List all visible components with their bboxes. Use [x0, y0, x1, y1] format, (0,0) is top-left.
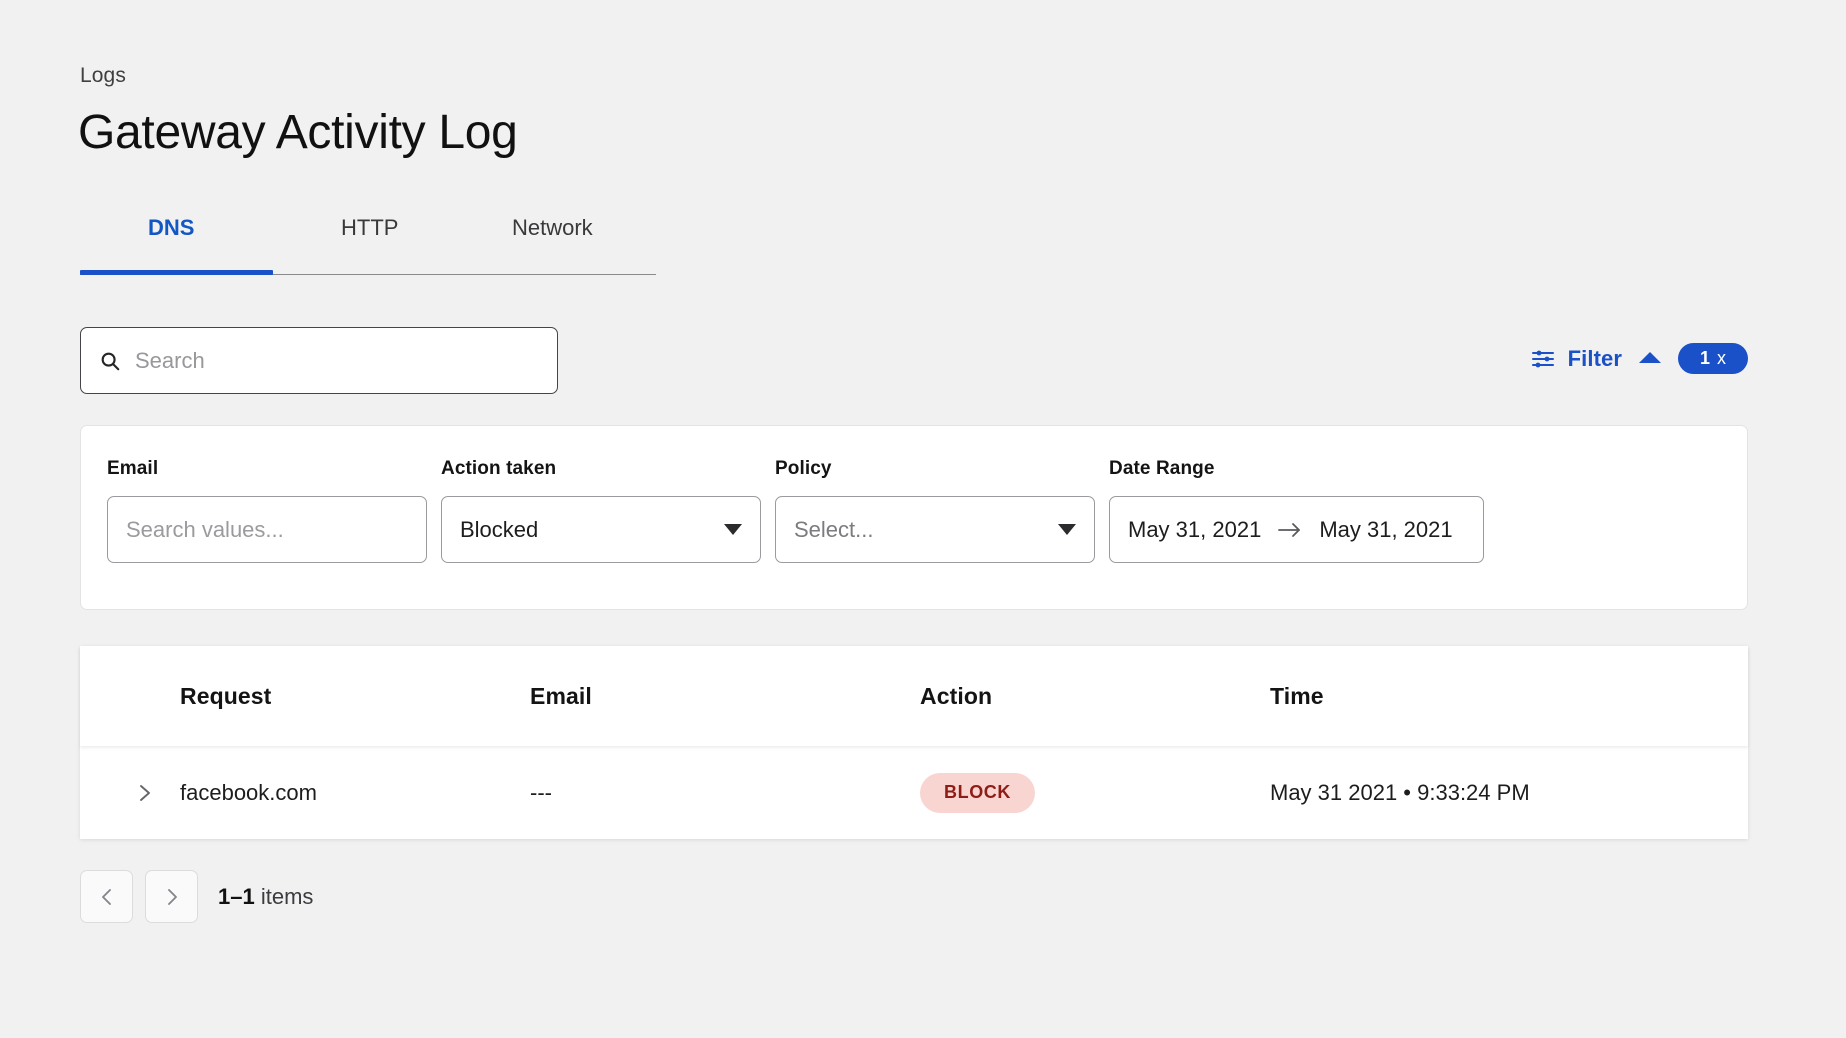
action-taken-select[interactable]: Blocked: [441, 496, 761, 563]
filter-toggle-cluster[interactable]: Filter 1 x: [1531, 343, 1748, 374]
date-range-picker[interactable]: May 31, 2021 May 31, 2021: [1109, 496, 1484, 563]
table-header-action: Action: [920, 683, 1270, 710]
filter-label[interactable]: Filter: [1568, 346, 1622, 372]
table-row[interactable]: facebook.com --- BLOCK May 31 2021 • 9:3…: [80, 746, 1748, 839]
email-value-input-wrap[interactable]: [107, 496, 427, 563]
caret-up-icon[interactable]: [1639, 352, 1661, 363]
email-value-input[interactable]: [126, 517, 408, 543]
tab-http[interactable]: HTTP: [341, 215, 398, 241]
active-tab-indicator: [80, 270, 273, 275]
sliders-icon: [1531, 347, 1555, 371]
filter-label-date-range: Date Range: [1109, 458, 1484, 480]
filter-count-badge[interactable]: 1 x: [1678, 343, 1748, 374]
arrow-right-icon: [1277, 521, 1303, 539]
search-icon: [99, 350, 121, 372]
chevron-right-icon[interactable]: [136, 782, 154, 804]
filter-clear-x[interactable]: x: [1717, 348, 1726, 369]
date-range-start[interactable]: May 31, 2021: [1128, 517, 1261, 543]
table-header-row: Request Email Action Time: [80, 646, 1748, 746]
action-taken-value: Blocked: [460, 517, 724, 543]
search-box[interactable]: [80, 327, 558, 394]
table-header-time: Time: [1270, 683, 1748, 710]
filter-field-date-range: Date Range May 31, 2021 May 31, 2021: [1109, 458, 1484, 563]
pagination: 1–1 items: [80, 870, 313, 923]
chevron-down-icon[interactable]: [1058, 524, 1076, 535]
policy-value: Select...: [794, 517, 1058, 543]
filter-field-action-taken: Action taken Blocked: [441, 458, 761, 563]
pagination-next-button[interactable]: [145, 870, 198, 923]
filter-panel: Email Action taken Blocked Policy Select…: [80, 425, 1748, 610]
filter-label-policy: Policy: [775, 458, 1095, 480]
pagination-prev-button[interactable]: [80, 870, 133, 923]
row-email: ---: [530, 780, 920, 806]
pagination-items-label: items: [261, 884, 314, 909]
filter-count: 1: [1700, 348, 1710, 369]
tab-network[interactable]: Network: [512, 215, 593, 241]
policy-select[interactable]: Select...: [775, 496, 1095, 563]
filter-label-email: Email: [107, 458, 427, 480]
row-request: facebook.com: [180, 780, 530, 806]
filter-field-email: Email: [107, 458, 427, 563]
gateway-activity-log-page: Logs Gateway Activity Log DNS HTTP Netwo…: [0, 0, 1846, 1038]
table-header-email: Email: [530, 683, 920, 710]
status-badge: BLOCK: [920, 773, 1035, 813]
pagination-range: 1–1: [218, 884, 255, 909]
filter-label-action-taken: Action taken: [441, 458, 761, 480]
activity-log-table: Request Email Action Time facebook.com -…: [80, 646, 1748, 839]
page-title: Gateway Activity Log: [78, 105, 518, 160]
search-input[interactable]: [135, 348, 539, 374]
chevron-down-icon[interactable]: [724, 524, 742, 535]
chevron-left-icon: [99, 887, 115, 907]
table-header-request: Request: [180, 683, 530, 710]
filter-field-policy: Policy Select...: [775, 458, 1095, 563]
chevron-right-icon: [164, 887, 180, 907]
row-action: BLOCK: [920, 773, 1270, 813]
breadcrumb[interactable]: Logs: [80, 64, 126, 88]
tab-bar: DNS HTTP Network: [80, 205, 656, 275]
date-range-end[interactable]: May 31, 2021: [1319, 517, 1452, 543]
row-time: May 31 2021 • 9:33:24 PM: [1270, 780, 1748, 806]
filter-fields: Email Action taken Blocked Policy Select…: [107, 458, 1484, 563]
pagination-summary: 1–1 items: [218, 884, 313, 910]
tab-dns[interactable]: DNS: [148, 215, 194, 241]
row-expander[interactable]: [80, 782, 180, 804]
